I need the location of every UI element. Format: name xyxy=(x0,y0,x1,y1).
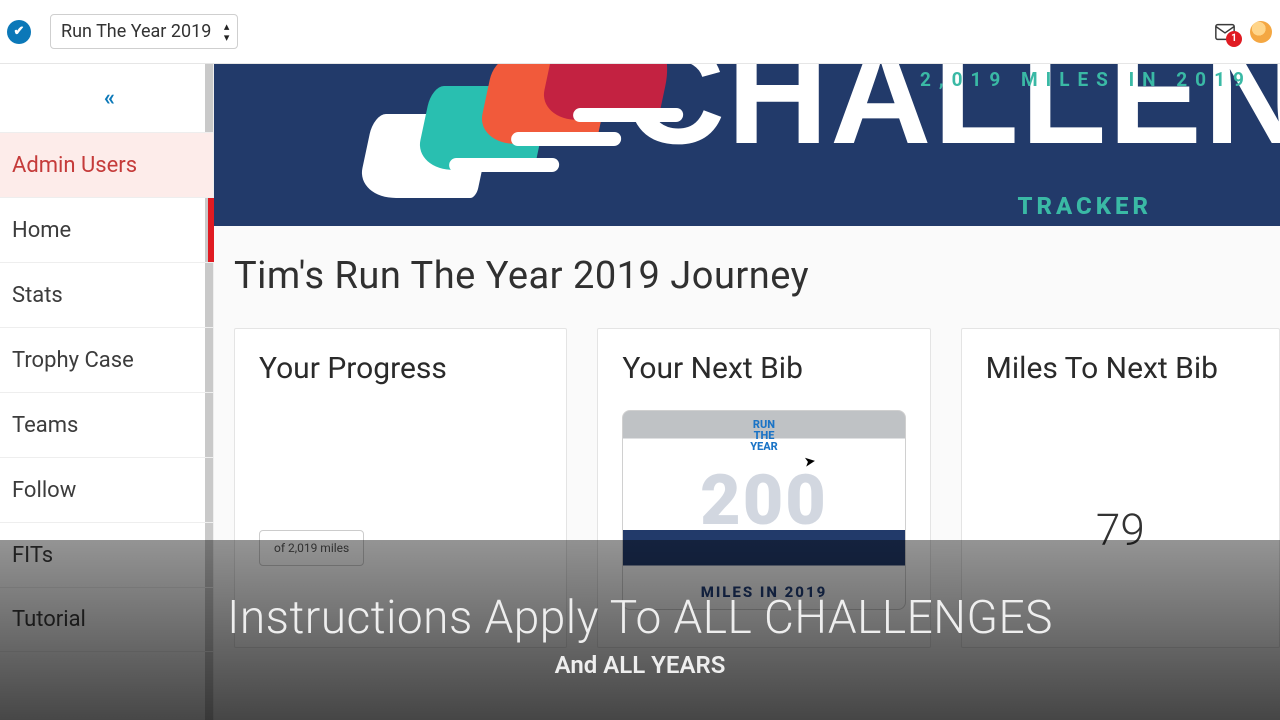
caret-updown-icon: ▴▾ xyxy=(224,21,230,43)
top-bar: ✔ Run The Year 2019 ▴▾ 1 xyxy=(0,0,1280,64)
bib-number: 200 xyxy=(700,460,828,542)
caption-overlay: Instructions Apply To ALL CHALLENGES And… xyxy=(0,540,1280,720)
user-avatar[interactable] xyxy=(1250,21,1272,43)
notification-badge: 1 xyxy=(1226,31,1242,47)
chevron-double-left-icon: « xyxy=(104,86,109,111)
sidebar-collapse-button[interactable]: « xyxy=(0,64,213,132)
shoe-icon xyxy=(538,64,676,120)
banner-subline: 2,019 MILES IN 2019 xyxy=(920,68,1252,91)
sidebar-item-stats[interactable]: Stats xyxy=(0,262,213,327)
card-title: Your Progress xyxy=(259,351,542,386)
sidebar-item-teams[interactable]: Teams xyxy=(0,392,213,457)
top-bar-left: ✔ Run The Year 2019 ▴▾ xyxy=(12,14,238,49)
sidebar-item-label: Stats xyxy=(12,283,63,308)
challenge-selector[interactable]: Run The Year 2019 ▴▾ xyxy=(50,14,238,49)
mouse-cursor-icon: ➤ xyxy=(803,453,817,470)
overlay-line2: And ALL YEARS xyxy=(555,651,726,679)
sidebar-item-follow[interactable]: Follow xyxy=(0,457,213,522)
messages-button[interactable]: 1 xyxy=(1214,21,1236,43)
sidebar-item-label: Teams xyxy=(12,413,78,438)
sidebar-item-label: Follow xyxy=(12,478,76,503)
sidebar-item-home[interactable]: Home xyxy=(0,197,213,262)
bib-logo-text: RUN THE YEAR xyxy=(750,419,778,452)
sidebar-item-label: Admin Users xyxy=(12,153,137,178)
banner-tracker-label: TRACKER xyxy=(1017,192,1152,220)
card-title: Miles To Next Bib xyxy=(986,351,1255,386)
app-logo-icon: ✔ xyxy=(7,20,31,44)
card-title: Your Next Bib xyxy=(622,351,905,386)
sidebar-item-label: Home xyxy=(12,218,71,243)
top-bar-right: 1 xyxy=(1214,21,1272,43)
overlay-line1: Instructions Apply To ALL CHALLENGES xyxy=(227,591,1053,645)
sidebar-item-label: Trophy Case xyxy=(12,348,134,373)
sidebar-item-admin-users[interactable]: Admin Users xyxy=(0,132,213,197)
challenge-selected-label: Run The Year 2019 xyxy=(61,21,211,42)
challenge-banner: CHALLENGE 2,019 MILES IN 2019 TRACKER xyxy=(214,64,1280,226)
sidebar-item-trophy-case[interactable]: Trophy Case xyxy=(0,327,213,392)
page-title: Tim's Run The Year 2019 Journey xyxy=(234,254,1280,298)
